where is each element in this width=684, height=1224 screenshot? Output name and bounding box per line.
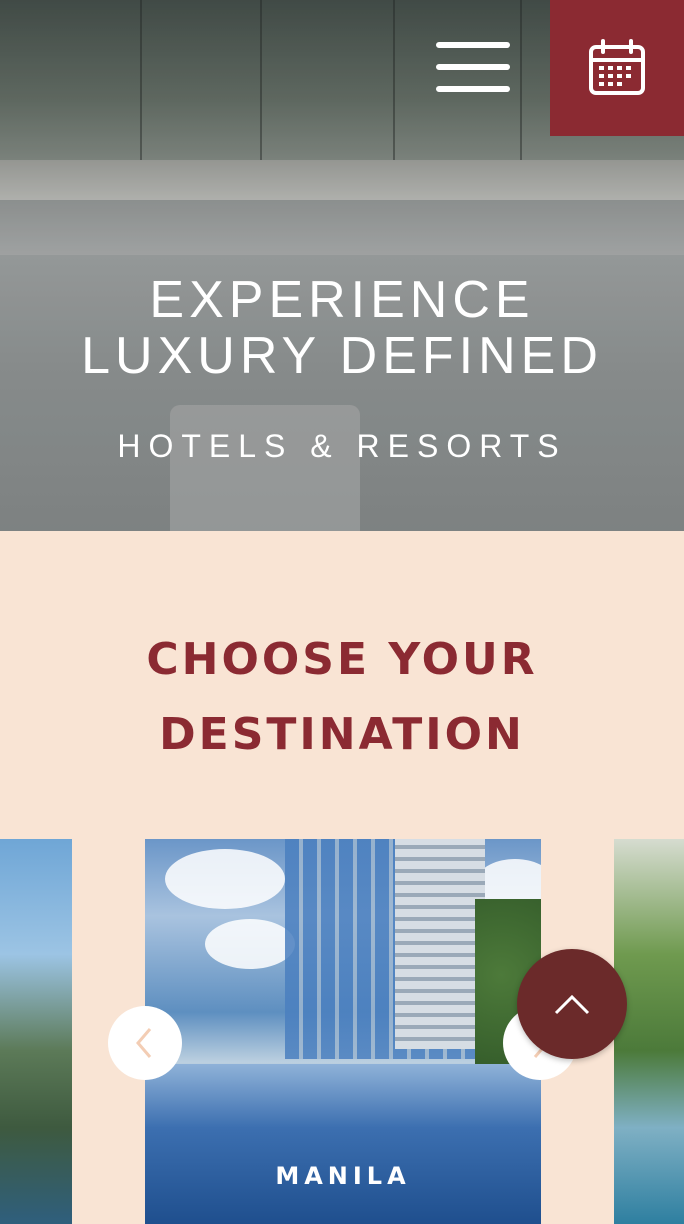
scroll-to-top-button[interactable] bbox=[517, 949, 627, 1059]
booking-calendar-button[interactable] bbox=[550, 0, 684, 136]
destinations-title-line2: DESTINATION bbox=[159, 709, 525, 760]
menu-button[interactable] bbox=[430, 38, 514, 96]
hero-title-line1: EXPERIENCE bbox=[149, 271, 535, 329]
hero-title: EXPERIENCE LUXURY DEFINED bbox=[0, 272, 684, 384]
pool-image bbox=[145, 1064, 541, 1224]
calendar-icon bbox=[589, 39, 645, 95]
hero-title-line2: LUXURY DEFINED bbox=[81, 327, 603, 385]
destination-card-next[interactable] bbox=[614, 839, 684, 1224]
carousel-prev-button[interactable] bbox=[108, 1006, 182, 1080]
chevron-up-icon bbox=[554, 994, 590, 1015]
destinations-title: CHOOSE YOUR DESTINATION bbox=[0, 622, 684, 772]
hero-subtitle: HOTELS & RESORTS bbox=[117, 428, 567, 464]
destination-card-previous[interactable] bbox=[0, 839, 72, 1224]
destinations-title-line1: CHOOSE YOUR bbox=[146, 634, 538, 685]
destination-caption: MANILA bbox=[275, 1162, 411, 1190]
hamburger-menu-icon bbox=[436, 42, 510, 48]
chevron-left-icon bbox=[136, 1028, 152, 1058]
destination-card-manila[interactable]: MANILA bbox=[145, 839, 541, 1224]
